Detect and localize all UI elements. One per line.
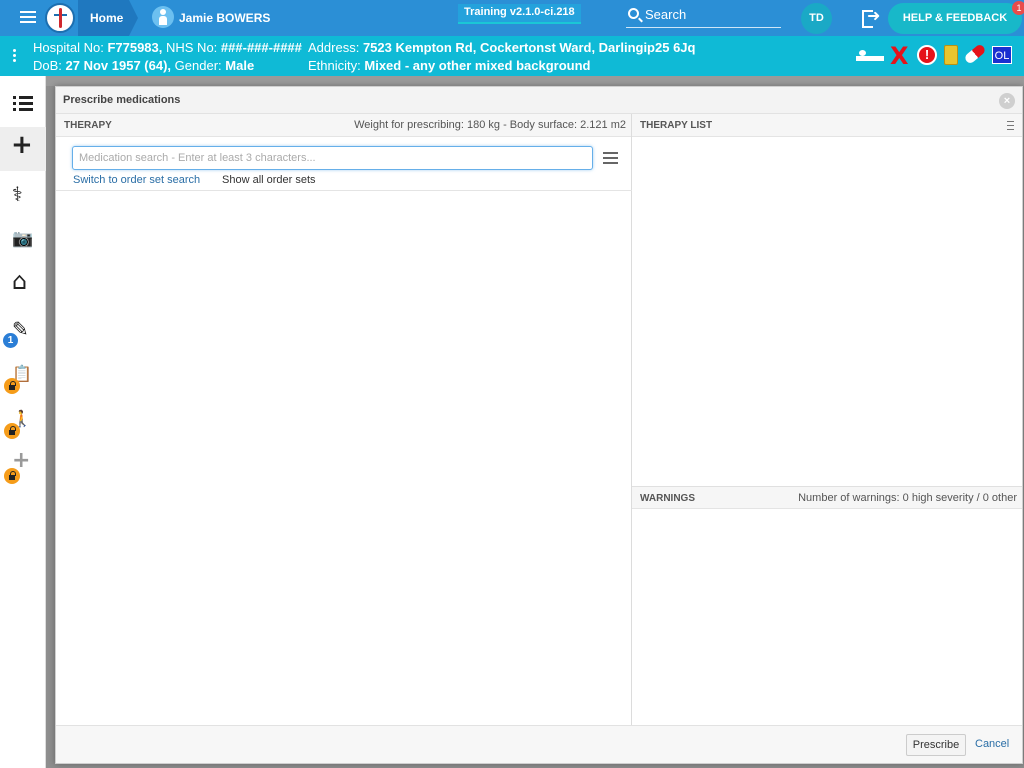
dialog-title: Prescribe medications: [63, 94, 181, 106]
cancel-button[interactable]: Cancel: [975, 738, 1009, 750]
top-bar: Home Jamie BOWERS Training v2.1.0-ci.218…: [0, 0, 1024, 36]
documents-count-badge: 1: [3, 333, 18, 348]
patient-banner: Hospital No: F775983, NHS No: ###-###-##…: [0, 36, 1024, 76]
hospital-no-value: F775983,: [107, 40, 163, 55]
sidebar-item-documents[interactable]: ✎ 1: [0, 307, 46, 351]
ol-badge[interactable]: OL: [992, 46, 1012, 64]
nhs-no-value: ###-###-####: [220, 40, 302, 55]
list-icon: [13, 96, 33, 112]
camera-icon: 📷: [12, 229, 34, 249]
banner-line-1-right: Address: 7523 Kempton Rd, Cockertonst Wa…: [308, 40, 695, 55]
address-label: Address:: [308, 40, 360, 55]
nhs-no-label: NHS No:: [166, 40, 218, 55]
global-search[interactable]: Search: [626, 5, 781, 28]
therapy-label: THERAPY: [64, 120, 112, 131]
notification-badge: 1: [1012, 1, 1024, 15]
medication-search-input[interactable]: [72, 146, 593, 170]
sidebar: + ⚕ 📷 ⌂ ✎ 1 📋 🚶 +: [0, 76, 46, 768]
app-logo[interactable]: [45, 3, 75, 33]
logout-icon[interactable]: [862, 6, 882, 28]
help-feedback-button[interactable]: HELP & FEEDBACK: [888, 3, 1022, 34]
lock-icon: [4, 468, 20, 484]
hamburger-menu-icon[interactable]: [20, 11, 36, 25]
weight-info: Weight for prescribing: 180 kg - Body su…: [354, 119, 626, 131]
medication-search-area: Switch to order set search Show all orde…: [56, 137, 632, 191]
hospital-no-label: Hospital No:: [33, 40, 104, 55]
therapy-list-header: THERAPY LIST: [632, 114, 1022, 137]
address-value: 7523 Kempton Rd, Cockertonst Ward, Darli…: [362, 40, 696, 55]
show-all-order-sets-link[interactable]: Show all order sets: [222, 174, 316, 186]
stethoscope-icon: ⚕: [12, 182, 23, 206]
dob-label: DoB:: [33, 58, 62, 73]
close-icon[interactable]: ×: [999, 93, 1015, 109]
sidebar-item-clipboard-locked[interactable]: 📋: [0, 352, 46, 396]
breadcrumb-home-label: Home: [90, 11, 124, 25]
user-avatar[interactable]: TD: [801, 3, 832, 34]
banner-line-2-left: DoB: 27 Nov 1957 (64), Gender: Male: [33, 58, 254, 73]
sidebar-item-add[interactable]: +: [0, 127, 46, 171]
therapy-header: THERAPY Weight for prescribing: 180 kg -…: [56, 114, 631, 137]
gender-value: Male: [225, 58, 255, 73]
sidebar-item-plus-locked[interactable]: +: [0, 442, 46, 486]
therapy-list-panel: THERAPY LIST WARNINGS Number of warnings…: [632, 114, 1022, 725]
clipboard-icon[interactable]: [944, 45, 958, 65]
warnings-summary: Number of warnings: 0 high severity / 0 …: [798, 492, 1017, 504]
sidebar-item-walk-locked[interactable]: 🚶: [0, 397, 46, 441]
sidebar-item-camera[interactable]: 📷: [0, 217, 46, 261]
prescribe-button[interactable]: Prescribe: [906, 734, 966, 756]
person-icon: [152, 6, 174, 28]
banner-line-2-right: Ethnicity: Mixed - any other mixed backg…: [308, 58, 590, 73]
ethnicity-label: Ethnicity:: [308, 58, 361, 73]
breadcrumb-home[interactable]: Home: [78, 0, 138, 36]
sidebar-item-stethoscope[interactable]: ⚕: [0, 172, 46, 216]
x-icon[interactable]: X: [890, 42, 909, 70]
home-plus-icon: ⌂: [12, 267, 28, 295]
background-page: [46, 76, 1024, 86]
environment-badge: Training v2.1.0-ci.218: [458, 4, 581, 24]
ethnicity-value: Mixed - any other mixed background: [364, 58, 591, 73]
therapy-list-label: THERAPY LIST: [640, 120, 713, 131]
patient-name: Jamie BOWERS: [179, 11, 271, 25]
search-icon: [628, 8, 639, 19]
therapy-list-menu-icon[interactable]: [1007, 121, 1014, 130]
lock-icon: [4, 423, 20, 439]
sidebar-item-home[interactable]: ⌂: [0, 262, 46, 306]
lock-icon: [4, 378, 20, 394]
banner-line-1-left: Hospital No: F775983, NHS No: ###-###-##…: [33, 40, 302, 55]
search-label: Search: [645, 7, 687, 22]
dialog-footer: Prescribe Cancel: [56, 725, 1022, 763]
gender-label: Gender:: [174, 58, 222, 73]
banner-menu-icon[interactable]: [13, 49, 17, 63]
dialog-header: Prescribe medications ×: [56, 87, 1022, 114]
menu-icon[interactable]: [603, 152, 618, 164]
pill-icon[interactable]: [963, 43, 987, 65]
switch-order-set-link[interactable]: Switch to order set search: [73, 174, 200, 186]
plus-icon: +: [11, 130, 33, 160]
dob-value: 27 Nov 1957 (64),: [65, 58, 172, 73]
bed-icon[interactable]: [856, 47, 884, 63]
prescribe-medications-dialog: Prescribe medications × THERAPY Weight f…: [55, 86, 1023, 764]
warnings-label: WARNINGS: [640, 493, 695, 504]
alert-icon[interactable]: !: [917, 45, 937, 65]
therapy-panel: THERAPY Weight for prescribing: 180 kg -…: [56, 114, 632, 725]
sidebar-item-list[interactable]: [0, 82, 46, 126]
warnings-header: WARNINGS Number of warnings: 0 high seve…: [632, 486, 1022, 509]
